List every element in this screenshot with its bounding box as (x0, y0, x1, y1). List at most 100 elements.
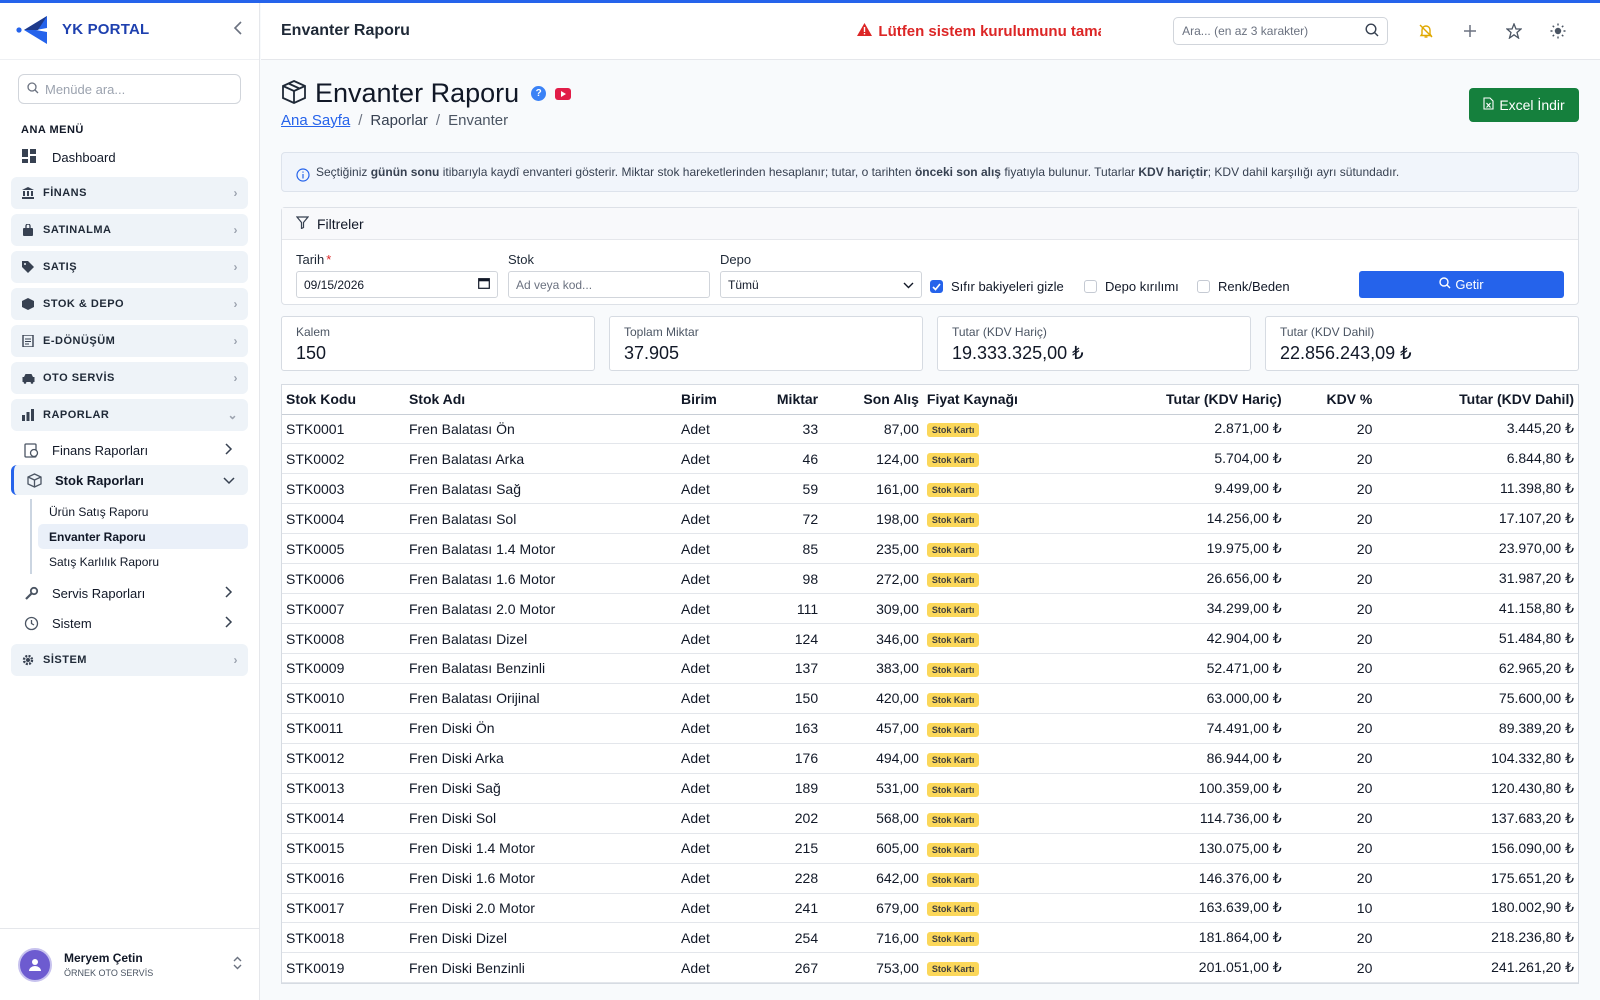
date-input[interactable]: 09/15/2026 (296, 271, 498, 298)
table-row[interactable]: STK0001 Fren Balatası Ön Adet 33 87,00 Stok K… (282, 414, 1578, 445)
table-row[interactable]: STK0007 Fren Balatası 2.0 Motor Adet 111 309… (282, 593, 1578, 625)
table-cell: Adet (677, 473, 748, 505)
menu-search-input[interactable] (45, 81, 232, 97)
collapse-sidebar-button[interactable] (233, 19, 243, 40)
user-menu[interactable]: Meryem Çetin ÖRNEK OTO SERVİS (0, 928, 260, 1000)
table-cell: 62.965,20 ₺ (1376, 653, 1578, 684)
table-row[interactable]: STK0005 Fren Balatası 1.4 Motor Adet 85 235,… (282, 533, 1578, 565)
table-cell: 20 (1285, 803, 1377, 834)
cube-icon (281, 79, 307, 108)
breadcrumb-home[interactable]: Ana Sayfa (281, 112, 350, 129)
table-row[interactable]: STK0009 Fren Balatası Benzinli Adet 137 383,… (282, 653, 1578, 684)
checkbox-checked[interactable] (930, 280, 943, 293)
bell-off-icon[interactable] (1404, 23, 1448, 39)
sidebar-group-satinalma[interactable]: SATINALMA › (11, 214, 248, 246)
breadcrumb: Ana Sayfa / Raporlar / Envanter (281, 112, 509, 129)
table-cell: Fren Diski Arka (404, 743, 678, 774)
column-header[interactable]: Stok Kodu (282, 385, 405, 415)
global-search-input[interactable] (1182, 24, 1365, 38)
column-header[interactable]: Miktar (747, 385, 823, 415)
color-size-checkbox[interactable]: Renk/Beden (1197, 279, 1290, 294)
chevron-right-icon (225, 615, 233, 631)
table-cell: 163.639,00 ₺ (1084, 893, 1286, 924)
table-row[interactable]: STK0015 Fren Diski 1.4 Motor Adet 215 605,00… (282, 833, 1578, 864)
price-source-badge: Stok Kartı (926, 423, 980, 438)
sidebar-group-sistem[interactable]: SİSTEM › (11, 644, 248, 676)
sidebar-item-servis-raporlari[interactable]: Servis Raporları (0, 578, 259, 608)
sidebar-group-stok-depo[interactable]: STOK & DEPO › (11, 288, 248, 320)
table-cell: 20 (1285, 443, 1377, 475)
sidebar-group-e-donusum[interactable]: E-DÖNÜŞÜM › (11, 325, 248, 357)
table-row[interactable]: STK0003 Fren Balatası Sağ Adet 59 161,00 Stok… (282, 473, 1578, 505)
chevron-right-icon: › (233, 223, 238, 237)
zero-balance-checkbox[interactable]: Sıfır bakiyeleri gizle (930, 279, 1064, 294)
sidebar-group-raporlar[interactable]: RAPORLAR ⌄ (11, 399, 248, 431)
brand-name[interactable]: YK PORTAL (62, 21, 233, 38)
table-row[interactable]: STK0014 Fren Diski Sol Adet 202 568,00 Stok K… (282, 803, 1578, 834)
table-cell: Fren Diski Sağ (404, 773, 678, 804)
table-cell: 716,00 (822, 922, 923, 954)
table-row[interactable]: STK0013 Fren Diski Sağ Adet 189 531,00 Stok K… (282, 773, 1578, 804)
table-row[interactable]: STK0019 Fren Diski Benzinli Adet 267 753,00 S… (282, 952, 1578, 984)
price-source-badge: Stok Kartı (926, 513, 980, 528)
table-cell: 2.871,00 ₺ (1084, 414, 1286, 445)
column-header[interactable]: KDV % (1285, 385, 1377, 415)
column-header[interactable]: Stok Adı (404, 385, 678, 415)
sidebar-group-satis[interactable]: SATIŞ › (11, 251, 248, 283)
column-header[interactable]: Birim (677, 385, 748, 415)
sidebar-item-finans-raporlari[interactable]: Finans Raporları (0, 435, 259, 465)
column-header[interactable]: Tutar (KDV Hariç) (1084, 385, 1286, 415)
search-icon[interactable] (1365, 22, 1379, 40)
sidebar-group-label: OTO SERVİS (43, 372, 115, 384)
fetch-button[interactable]: Getir (1359, 271, 1564, 298)
sidebar-item-stok-raporlari[interactable]: Stok Raporları (11, 465, 248, 495)
youtube-icon[interactable] (555, 87, 572, 100)
table-cell: Adet (677, 683, 748, 714)
column-header[interactable]: Fiyat Kaynağı (922, 385, 1085, 415)
sidebar-group-oto-servis[interactable]: OTO SERVİS › (11, 362, 248, 394)
sun-icon[interactable] (1536, 23, 1580, 39)
excel-download-button[interactable]: Excel İndir (1469, 88, 1579, 122)
breadcrumb-current: Envanter (448, 112, 509, 129)
depot-select[interactable]: Tümü (720, 271, 922, 298)
table-row[interactable]: STK0011 Fren Diski Ön Adet 163 457,00 Stok Ka… (282, 713, 1578, 744)
sidebar-leaf-urun-satis[interactable]: Ürün Satış Raporu (38, 499, 248, 524)
chart-icon (21, 409, 35, 421)
star-icon[interactable] (1492, 23, 1536, 39)
table-row[interactable]: STK0002 Fren Balatası Arka Adet 46 124,00 Sto… (282, 443, 1578, 475)
global-search[interactable] (1173, 17, 1388, 45)
table-cell: 241.261,20 ₺ (1376, 952, 1578, 984)
table-row[interactable]: STK0008 Fren Balatası Dizel Adet 124 346,00 S… (282, 623, 1578, 654)
sidebar-leaf-satis-karlilik[interactable]: Satış Karlılık Raporu (38, 549, 248, 574)
checkbox-unchecked[interactable] (1084, 280, 1097, 293)
sidebar-group-finans[interactable]: FİNANS › (11, 177, 248, 209)
table-row[interactable]: STK0016 Fren Diski 1.6 Motor Adet 228 642,00… (282, 863, 1578, 894)
checkbox-unchecked[interactable] (1197, 280, 1210, 293)
setup-warning[interactable]: Lütfen sistem kurulumunu tamamlayın (857, 22, 1101, 40)
stock-input[interactable]: Ad veya kod... (508, 271, 710, 298)
table-row[interactable]: STK0012 Fren Diski Arka Adet 176 494,00 Stok … (282, 743, 1578, 774)
menu-search[interactable] (18, 74, 241, 104)
brand-logo-icon[interactable] (16, 14, 50, 46)
table-row[interactable]: STK0017 Fren Diski 2.0 Motor Adet 241 679,00… (282, 893, 1578, 924)
table-row[interactable]: STK0010 Fren Balatası Orijinal Adet 150 420,… (282, 683, 1578, 714)
depot-breakdown-checkbox[interactable]: Depo kırılımı (1084, 279, 1179, 294)
table-cell: Stok Kartı (922, 803, 1085, 834)
table-row[interactable]: STK0018 Fren Diski Dizel Adet 254 716,00 Stok… (282, 922, 1578, 954)
help-icon[interactable]: ? (531, 86, 547, 101)
table-cell: STK0009 (282, 653, 405, 684)
chevron-right-icon: › (233, 334, 238, 348)
table-row[interactable]: STK0004 Fren Balatası Sol Adet 72 198,00 Stok… (282, 503, 1578, 535)
table-cell: STK0019 (282, 952, 405, 984)
plus-icon[interactable] (1448, 23, 1492, 39)
calendar-icon[interactable] (478, 277, 490, 292)
table-cell: 9.499,00 ₺ (1084, 473, 1286, 505)
column-header[interactable]: Tutar (KDV Dahil) (1376, 385, 1578, 415)
chevron-updown-icon[interactable] (233, 956, 242, 973)
sidebar-item-sistem[interactable]: Sistem (0, 608, 259, 638)
sidebar-item-dashboard[interactable]: Dashboard (0, 142, 259, 172)
table-row[interactable]: STK0006 Fren Balatası 1.6 Motor Adet 98 272,… (282, 563, 1578, 595)
column-header[interactable]: Son Alış (822, 385, 923, 415)
sidebar-leaf-envanter[interactable]: Envanter Raporu (38, 524, 248, 549)
stat-card-tutar-dahil: Tutar (KDV Dahil) 22.856.243,09 ₺ (1265, 316, 1579, 371)
